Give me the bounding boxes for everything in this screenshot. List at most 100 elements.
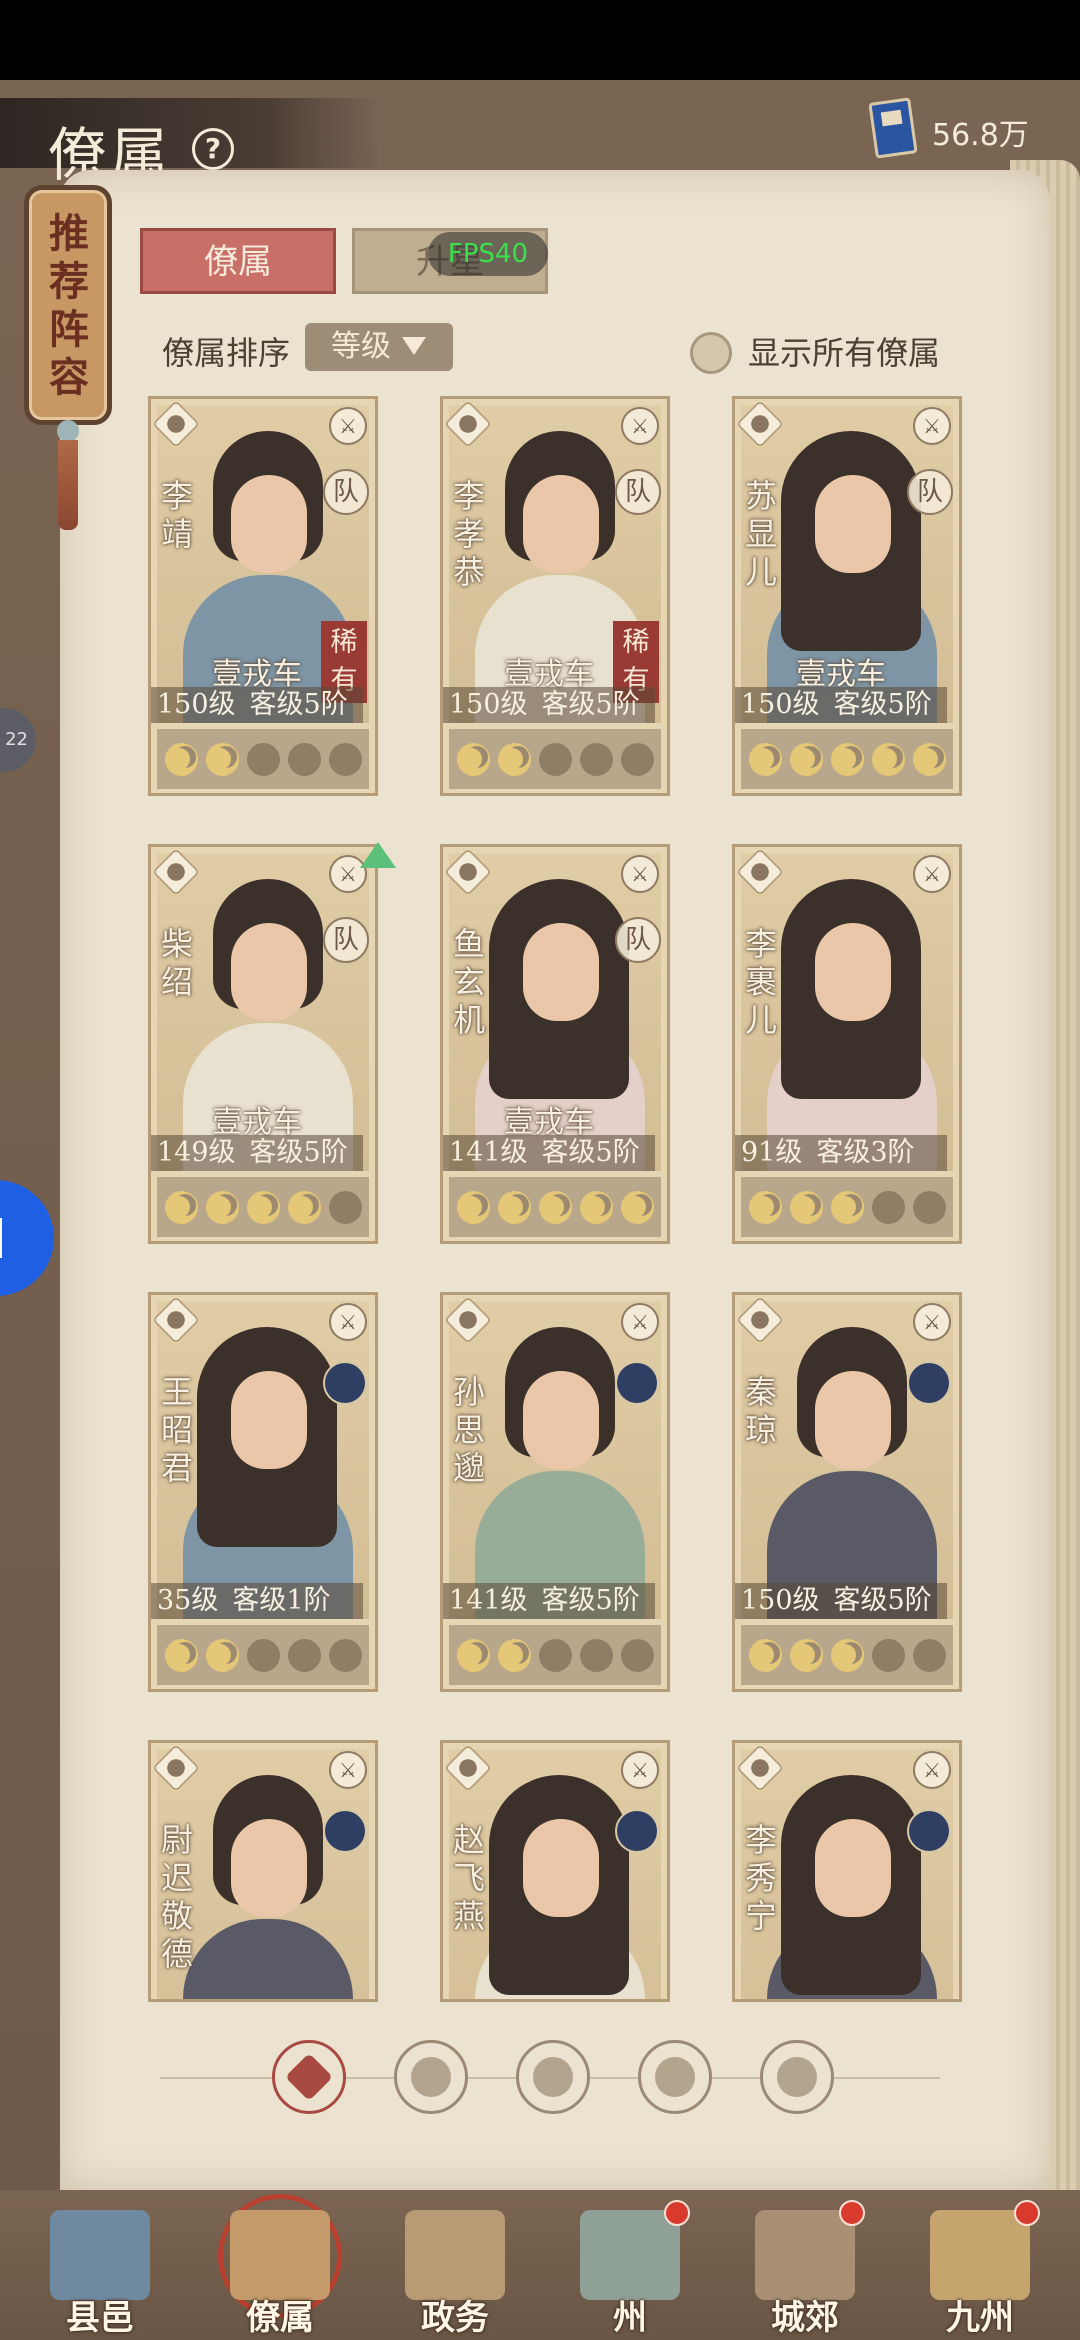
filter-beast-button[interactable]: [760, 2040, 834, 2114]
face: [231, 923, 307, 1021]
rank-text: 客级3阶: [816, 1137, 915, 1168]
emblem-mark: [751, 863, 769, 881]
moon-star-icon: [790, 742, 823, 776]
moon-star-icon: [329, 1190, 362, 1224]
retainer-card[interactable]: ⚔ 孙思邈 141级 客级5阶: [440, 1292, 670, 1692]
tab-retainers[interactable]: 僚属: [140, 228, 336, 294]
nav-item-3[interactable]: 州: [550, 2190, 710, 2340]
retainer-name: 秦琼: [745, 1373, 778, 1449]
currency-display[interactable]: 56.8万: [862, 97, 1062, 159]
rank-text: 客级1阶: [232, 1585, 331, 1616]
all-icon: [284, 2052, 334, 2102]
nav-item-4[interactable]: 城郊: [725, 2190, 885, 2340]
filter-gourd-button[interactable]: [516, 2040, 590, 2114]
nav-label: 城郊: [771, 2298, 839, 2338]
status-bar: [0, 0, 1080, 80]
rank-text: 客级5阶: [833, 1585, 932, 1616]
nav-item-2[interactable]: 政务: [375, 2190, 535, 2340]
show-all-toggle[interactable]: [690, 332, 732, 374]
nav-label: 州: [613, 2298, 647, 2338]
moon-star-icon: [580, 742, 613, 776]
moon-star-icon: [831, 742, 864, 776]
retainer-stats: 141级 客级5阶: [443, 1135, 655, 1171]
moon-star-icon: [247, 1190, 280, 1224]
retainer-card[interactable]: ⚔ 队柴绍 壹戎车 149级 客级5阶: [148, 844, 378, 1244]
moon-star-icon: [580, 1638, 613, 1672]
filter-helmet-button[interactable]: [394, 2040, 468, 2114]
team-badge: 队: [907, 469, 953, 515]
moon-star-icon: [165, 1190, 198, 1224]
moon-star-icon: [749, 742, 782, 776]
sort-label: 僚属排序: [162, 334, 291, 372]
moon-star-icon: [580, 1190, 613, 1224]
moon-star-icon: [498, 1190, 531, 1224]
emblem-mark: [751, 1759, 769, 1777]
weapon-icon: ⚔: [329, 1303, 367, 1341]
emblem-mark: [459, 1759, 477, 1777]
filter-fan-button[interactable]: [638, 2040, 712, 2114]
retainer-name: 孙思邈: [453, 1373, 486, 1487]
bottom-nav: 县邑 僚属 政务 州 城郊 九州: [0, 2190, 1080, 2340]
moon-star-icon: [831, 1190, 864, 1224]
upgrade-arrow-icon: [360, 842, 396, 868]
moon-star-icon: [457, 1638, 490, 1672]
filter-all-button[interactable]: [272, 2040, 346, 2114]
rank-text: 客级5阶: [541, 689, 640, 720]
star-row: [157, 1177, 369, 1237]
retainer-card[interactable]: ⚔ 李裹儿 91级 客级3阶: [732, 844, 962, 1244]
rank-text: 客级5阶: [249, 689, 348, 720]
moon-star-icon: [621, 1190, 654, 1224]
nav-item-1[interactable]: 僚属: [200, 2190, 360, 2340]
retainer-card[interactable]: ⚔ 赵飞燕: [440, 1740, 670, 2002]
team-badge: 队: [323, 469, 369, 515]
nav-illustration-icon: [405, 2210, 505, 2300]
retainer-name: 柴绍: [161, 925, 194, 1001]
moon-star-icon: [872, 1190, 905, 1224]
nav-illustration-icon: [50, 2210, 150, 2300]
face: [231, 475, 307, 573]
retainer-card[interactable]: ⚔ 尉迟敬德: [148, 1740, 378, 2002]
nav-label: 僚属: [246, 2298, 314, 2338]
moon-star-icon: [621, 742, 654, 776]
title-bar: 僚属 ?: [0, 98, 380, 189]
moon-star-icon: [247, 1638, 280, 1672]
moon-star-icon: [288, 1190, 321, 1224]
moon-star-icon: [329, 742, 362, 776]
rank-text: 客级5阶: [541, 1585, 640, 1616]
rank-text: 客级5阶: [249, 1137, 348, 1168]
retainer-stats: 150级 客级5阶: [151, 687, 363, 723]
question-icon[interactable]: ?: [192, 128, 234, 170]
nav-label: 政务: [421, 2298, 489, 2338]
moon-star-icon: [831, 1638, 864, 1672]
moon-star-icon: [206, 1638, 239, 1672]
team-badge: 队: [323, 917, 369, 963]
level-text: 91级: [741, 1137, 803, 1168]
retainer-card[interactable]: ⚔ 李秀宁: [732, 1740, 962, 2002]
retainer-card[interactable]: ⚔ 队李靖 稀有 壹戎车 150级 客级5阶: [148, 396, 378, 796]
nav-item-0[interactable]: 县邑: [20, 2190, 180, 2340]
nav-illustration-icon: [755, 2210, 855, 2300]
retainer-name: 李秀宁: [745, 1821, 778, 1935]
rank-text: 客级5阶: [541, 1137, 640, 1168]
level-text: 150级: [741, 689, 820, 720]
gourd-icon: [533, 2057, 573, 2097]
retainer-stats: 150级 客级5阶: [735, 687, 947, 723]
nav-item-5[interactable]: 九州: [900, 2190, 1060, 2340]
moon-star-icon: [539, 742, 572, 776]
weapon-icon: ⚔: [621, 1751, 659, 1789]
level-text: 150级: [741, 1585, 820, 1616]
retainer-card[interactable]: ⚔ 秦琼 150级 客级5阶: [732, 1292, 962, 1692]
face: [231, 1819, 307, 1917]
retainer-card[interactable]: ⚔ 王昭君 35级 客级1阶: [148, 1292, 378, 1692]
moon-star-icon: [329, 1638, 362, 1672]
retainer-stats: 150级 客级5阶: [735, 1583, 947, 1619]
recommended-lineup-button[interactable]: 推荐阵容: [24, 185, 112, 425]
retainer-card[interactable]: ⚔ 队苏显儿 壹戎车 150级 客级5阶: [732, 396, 962, 796]
sort-dropdown[interactable]: 等级: [305, 323, 453, 371]
nav-illustration-icon: [580, 2210, 680, 2300]
retainer-card[interactable]: ⚔ 队鱼玄机 壹戎车 141级 客级5阶: [440, 844, 670, 1244]
weapon-icon: ⚔: [913, 1303, 951, 1341]
retainer-card[interactable]: ⚔ 队李孝恭 稀有 壹戎车 150级 客级5阶: [440, 396, 670, 796]
rank-text: 客级5阶: [833, 689, 932, 720]
face: [231, 1371, 307, 1469]
